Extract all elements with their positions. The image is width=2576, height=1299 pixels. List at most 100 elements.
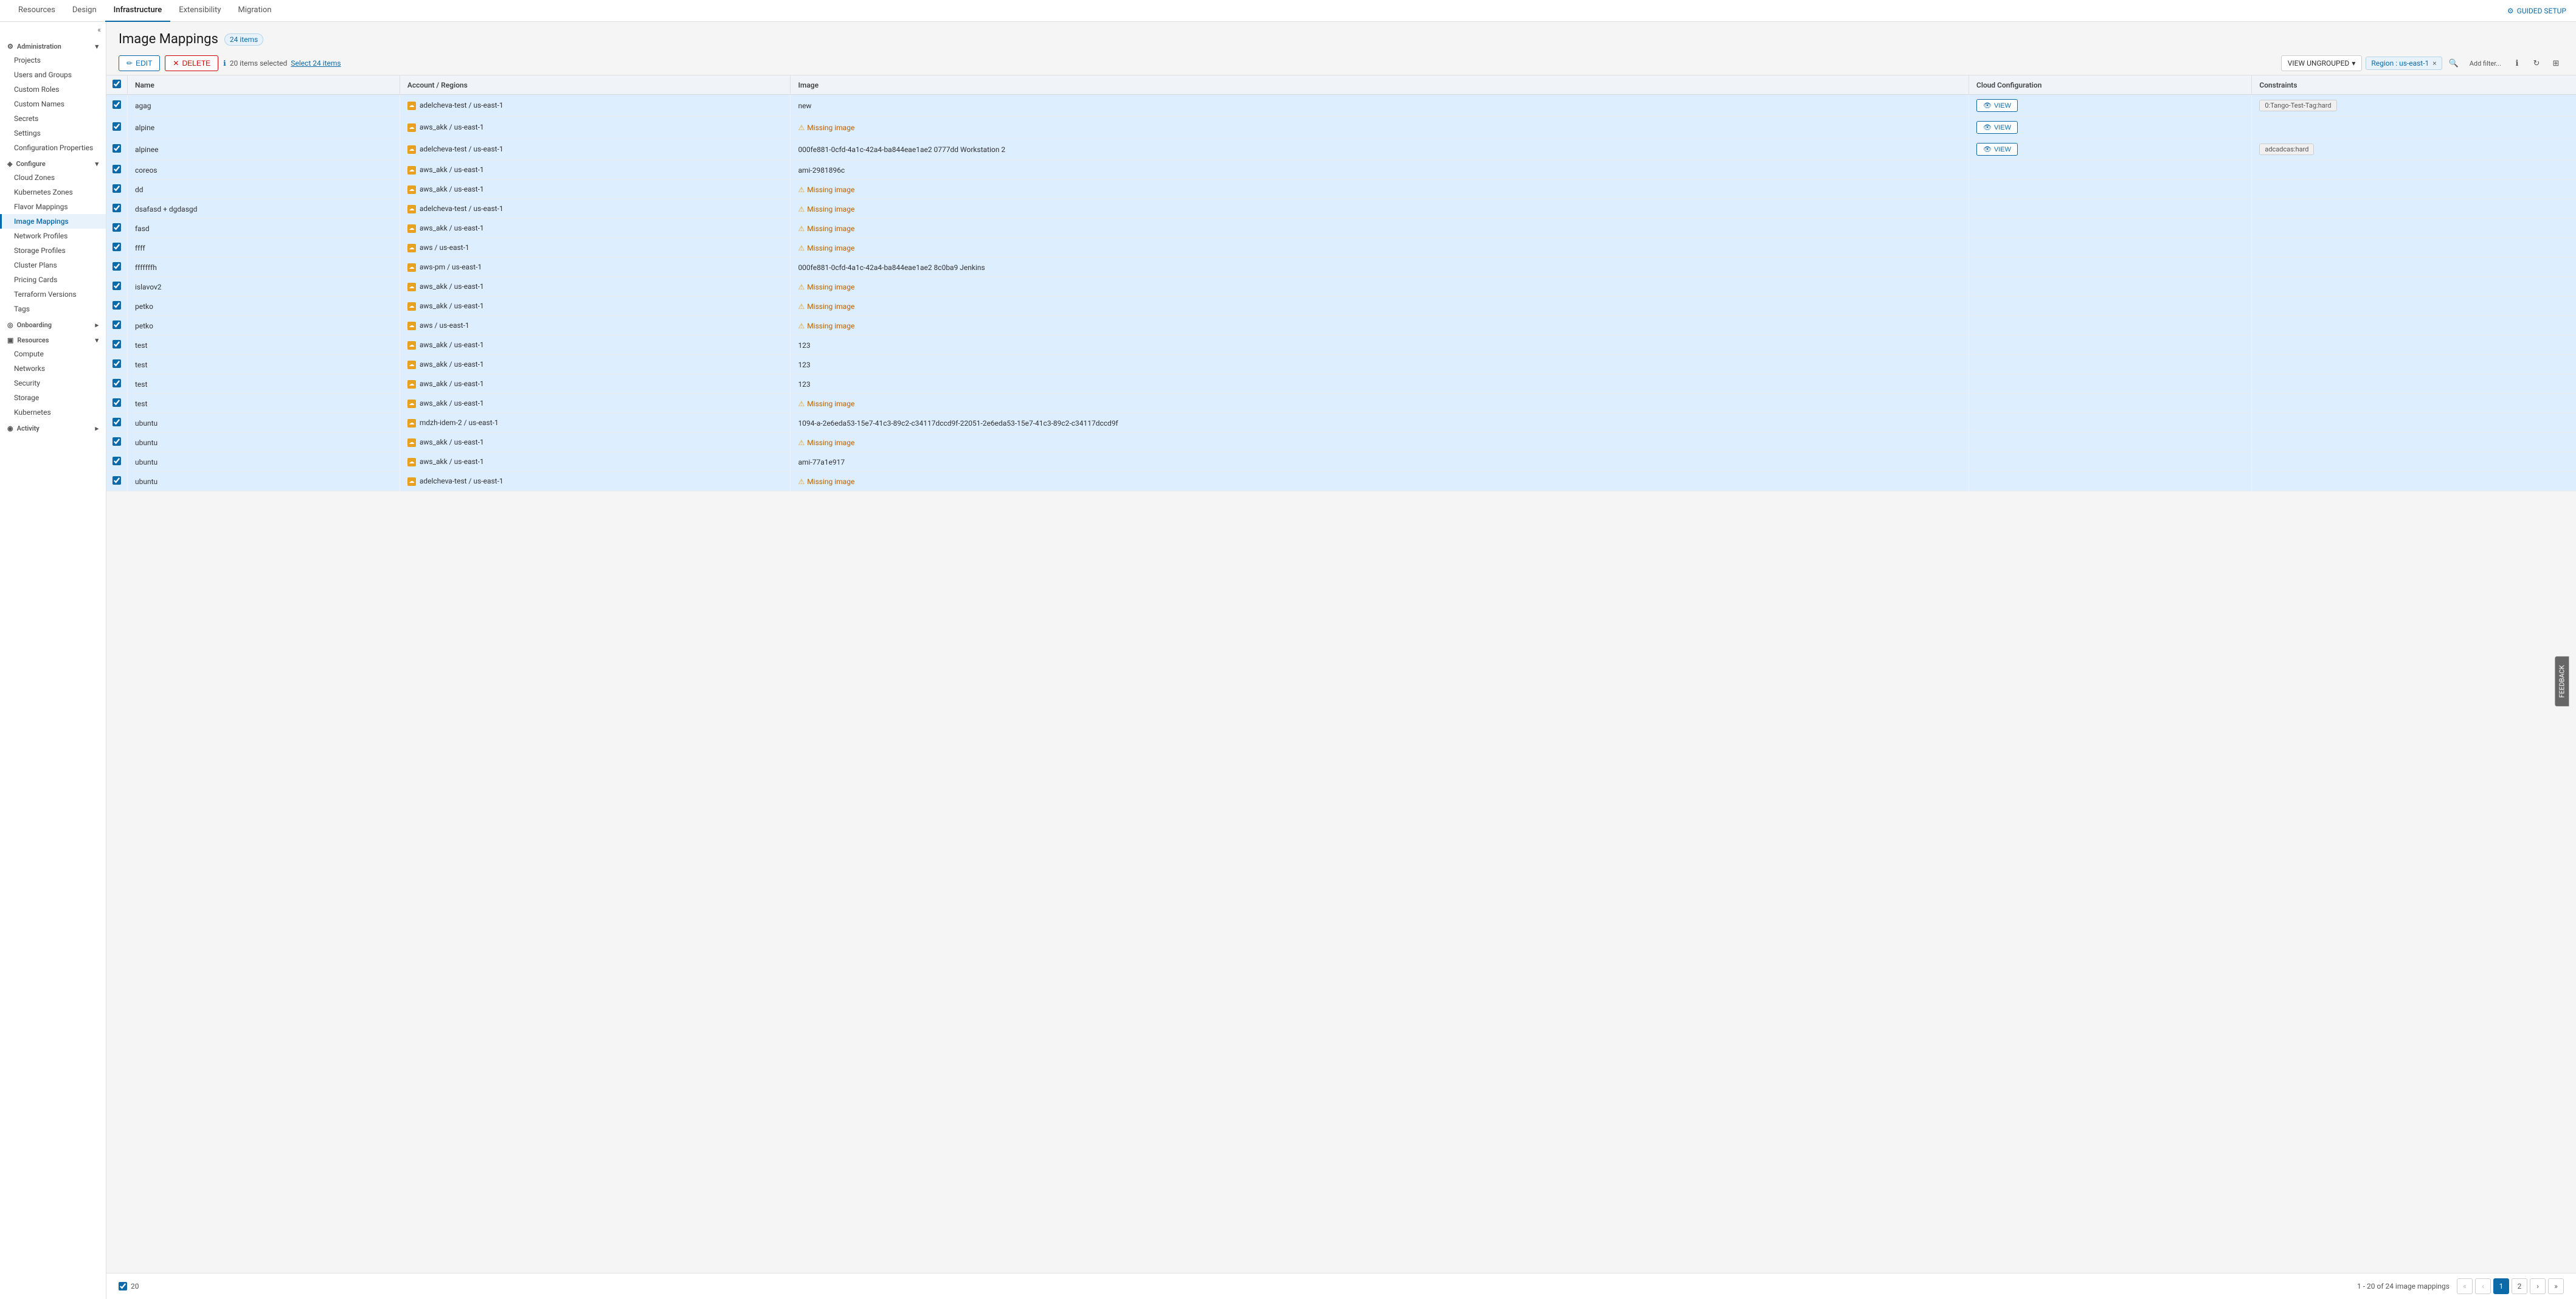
configure-label: Configure — [16, 160, 45, 168]
sidebar-item-cloud-zones[interactable]: Cloud Zones — [0, 170, 106, 185]
row-checkbox[interactable] — [113, 223, 121, 232]
add-filter-button[interactable]: Add filter... — [2465, 55, 2505, 71]
row-checkbox[interactable] — [113, 100, 121, 109]
view-ungrouped-button[interactable]: VIEW UNGROUPED ▾ — [2281, 55, 2363, 71]
row-checkbox[interactable] — [113, 418, 121, 426]
row-account: ☁aws_akk / us-east-1 — [400, 277, 791, 297]
sidebar-section-onboarding: ◎ Onboarding ▸ — [0, 316, 106, 331]
row-name: test — [128, 375, 400, 394]
filter-tag-close-icon[interactable]: × — [2432, 59, 2436, 68]
row-checkbox[interactable] — [113, 476, 121, 485]
last-page-button[interactable]: » — [2548, 1278, 2564, 1294]
sidebar-item-network-profiles[interactable]: Network Profiles — [0, 229, 106, 243]
view-button[interactable]: 👁 VIEW — [1976, 99, 2018, 112]
select-all-checkbox[interactable] — [113, 80, 121, 88]
row-name: ffff — [128, 238, 400, 258]
row-checkbox[interactable] — [113, 320, 121, 329]
row-account: ☁aws_akk / us-east-1 — [400, 180, 791, 199]
sidebar-item-kubernetes[interactable]: Kubernetes — [0, 405, 106, 420]
row-image: ⚠Missing image — [791, 180, 1969, 199]
row-checkbox[interactable] — [113, 165, 121, 173]
delete-button[interactable]: ✕ DELETE — [165, 55, 218, 71]
sidebar-item-secrets[interactable]: Secrets — [0, 111, 106, 126]
sidebar-item-tags[interactable]: Tags — [0, 302, 106, 316]
nav-resources[interactable]: Resources — [10, 0, 64, 22]
sidebar-item-kubernetes-zones[interactable]: Kubernetes Zones — [0, 185, 106, 199]
row-checkbox[interactable] — [113, 262, 121, 271]
row-name: ubuntu — [128, 433, 400, 452]
sidebar-item-pricing-cards[interactable]: Pricing Cards — [0, 272, 106, 287]
sidebar-section-header-administration[interactable]: ⚙ Administration ▾ — [0, 38, 106, 53]
info-button[interactable]: ℹ — [2509, 55, 2525, 71]
row-account: ☁adelcheva-test / us-east-1 — [400, 95, 791, 117]
sidebar-section-header-configure[interactable]: ◈ Configure ▾ — [0, 155, 106, 170]
row-checkbox[interactable] — [113, 184, 121, 193]
col-header-account: Account / Regions — [400, 75, 791, 95]
grid-view-button[interactable]: ⊞ — [2548, 55, 2564, 71]
table-row: ubuntu☁aws_akk / us-east-1ami-77a1e917 — [106, 452, 2576, 472]
row-checkbox[interactable] — [113, 243, 121, 251]
row-checkbox[interactable] — [113, 282, 121, 290]
feedback-tab[interactable]: FEEDBACK — [2555, 657, 2569, 707]
row-name: petko — [128, 316, 400, 336]
selection-info: ℹ 20 items selected Select 24 items — [223, 59, 341, 68]
footer-checkbox[interactable] — [119, 1282, 127, 1290]
row-checkbox[interactable] — [113, 122, 121, 131]
first-page-button[interactable]: « — [2457, 1278, 2473, 1294]
page-1-button[interactable]: 1 — [2493, 1278, 2509, 1294]
row-checkbox[interactable] — [113, 144, 121, 153]
sidebar-item-settings[interactable]: Settings — [0, 126, 106, 140]
select-all-link[interactable]: Select 24 items — [291, 59, 341, 68]
row-image: 000fe881-0cfd-4a1c-42a4-ba844eae1ae2 8c0… — [791, 258, 1969, 277]
row-account: ☁aws_akk / us-east-1 — [400, 297, 791, 316]
page-2-button[interactable]: 2 — [2512, 1278, 2527, 1294]
sidebar-collapse-button[interactable]: « — [0, 22, 106, 38]
sidebar-item-terraform-versions[interactable]: Terraform Versions — [0, 287, 106, 302]
row-image: 123 — [791, 375, 1969, 394]
search-button[interactable]: 🔍 — [2446, 55, 2462, 71]
sidebar-item-storage-profiles[interactable]: Storage Profiles — [0, 243, 106, 258]
sidebar-item-compute[interactable]: Compute — [0, 347, 106, 361]
row-account: ☁adelcheva-test / us-east-1 — [400, 199, 791, 219]
sidebar-item-config-props[interactable]: Configuration Properties — [0, 140, 106, 155]
sidebar-item-projects[interactable]: Projects — [0, 53, 106, 68]
row-checkbox[interactable] — [113, 301, 121, 310]
row-checkbox[interactable] — [113, 437, 121, 446]
sidebar-item-flavor-mappings[interactable]: Flavor Mappings — [0, 199, 106, 214]
sidebar-item-networks[interactable]: Networks — [0, 361, 106, 376]
nav-extensibility[interactable]: Extensibility — [170, 0, 229, 22]
chevron-down-icon-resources: ▾ — [95, 336, 99, 344]
row-checkbox[interactable] — [113, 457, 121, 465]
prev-page-button[interactable]: ‹ — [2475, 1278, 2491, 1294]
row-checkbox[interactable] — [113, 398, 121, 407]
sidebar-item-custom-roles[interactable]: Custom Roles — [0, 82, 106, 97]
row-cloud-config — [1968, 336, 2251, 355]
sidebar-item-cluster-plans[interactable]: Cluster Plans — [0, 258, 106, 272]
guided-setup-button[interactable]: ⚙ GUIDED SETUP — [2507, 7, 2566, 15]
sidebar-item-security[interactable]: Security — [0, 376, 106, 390]
activity-label: Activity — [17, 424, 40, 432]
nav-infrastructure[interactable]: Infrastructure — [105, 0, 171, 22]
top-nav: Resources Design Infrastructure Extensib… — [0, 0, 2576, 22]
row-constraint — [2252, 219, 2576, 238]
edit-button[interactable]: ✏ EDIT — [119, 55, 160, 71]
warning-icon: ⚠ — [798, 438, 805, 447]
view-button[interactable]: 👁 VIEW — [1976, 143, 2018, 156]
refresh-button[interactable]: ↻ — [2529, 55, 2544, 71]
sidebar-item-storage[interactable]: Storage — [0, 390, 106, 405]
view-button[interactable]: 👁 VIEW — [1976, 121, 2018, 134]
sidebar-section-header-activity[interactable]: ◉ Activity ▸ — [0, 420, 106, 435]
sidebar-item-image-mappings[interactable]: Image Mappings — [0, 214, 106, 229]
row-cloud-config — [1968, 180, 2251, 199]
row-checkbox[interactable] — [113, 379, 121, 387]
nav-design[interactable]: Design — [64, 0, 105, 22]
sidebar-section-header-onboarding[interactable]: ◎ Onboarding ▸ — [0, 316, 106, 331]
row-checkbox[interactable] — [113, 340, 121, 348]
row-checkbox[interactable] — [113, 359, 121, 368]
next-page-button[interactable]: › — [2530, 1278, 2546, 1294]
sidebar-item-custom-names[interactable]: Custom Names — [0, 97, 106, 111]
nav-migration[interactable]: Migration — [229, 0, 280, 22]
sidebar-item-users-groups[interactable]: Users and Groups — [0, 68, 106, 82]
row-checkbox[interactable] — [113, 204, 121, 212]
sidebar-section-header-resources[interactable]: ▣ Resources ▾ — [0, 331, 106, 347]
